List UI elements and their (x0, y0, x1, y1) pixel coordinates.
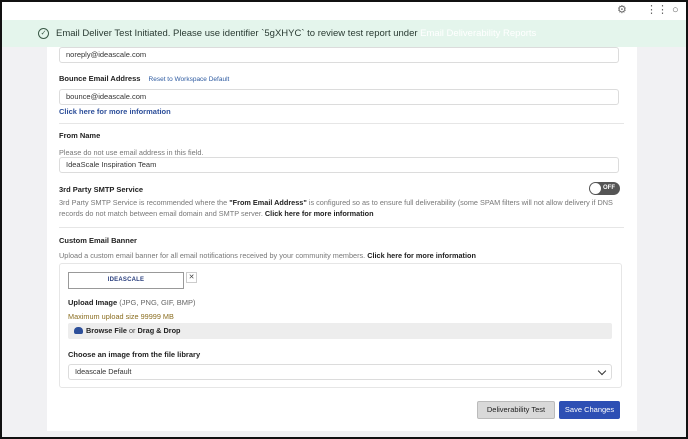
bounce-email-label: Bounce Email Address Reset to Workspace … (59, 74, 229, 83)
banner-preview-text: IDEASCALE (107, 277, 145, 283)
custom-banner-label: Custom Email Banner (59, 236, 137, 245)
puzzle-icon[interactable]: ⚙ (617, 3, 627, 17)
email-settings-panel: noreply@ideascale.com Bounce Email Addre… (47, 47, 637, 437)
reset-workspace-default-link[interactable]: Reset to Workspace Default (149, 76, 230, 83)
bounce-email-label-text: Bounce Email Address (59, 74, 141, 83)
browse-or: or (129, 326, 136, 335)
library-selected-value: Ideascale Default (75, 367, 132, 376)
from-name-label: From Name (59, 131, 101, 140)
chevron-down-icon (597, 366, 607, 376)
banner-description: Upload a custom email banner for all ema… (59, 251, 476, 260)
app-window: ⚙ ⋮⋮ ○ ✓ Email Deliver Test Initiated. P… (0, 0, 688, 439)
banner-more-info-link[interactable]: Click here for more information (367, 251, 476, 260)
check-circle-icon: ✓ (38, 28, 49, 39)
bounce-more-info-link[interactable]: Click here for more information (59, 107, 171, 116)
divider (59, 123, 624, 124)
smtp-more-info-link[interactable]: Click here for more information (265, 209, 374, 218)
success-toast: ✓ Email Deliver Test Initiated. Please u… (2, 20, 686, 47)
banner-desc-text: Upload a custom email banner for all ema… (59, 251, 366, 260)
bottom-strip (2, 431, 686, 437)
smtp-toggle[interactable]: OFF (589, 182, 620, 195)
max-upload-size: Maximum upload size 99999 MB (68, 312, 174, 321)
drag-drop-text: Drag & Drop (137, 326, 181, 335)
smtp-desc-bold: "From Email Address" (229, 198, 307, 207)
from-name-help: Please do not use email address in this … (59, 148, 204, 157)
grid-icon[interactable]: ⋮⋮ (646, 3, 668, 17)
banner-preview-image: IDEASCALE (68, 272, 184, 289)
deliverability-test-button[interactable]: Deliverability Test (477, 401, 555, 419)
upload-image-label-text: Upload Image (68, 298, 118, 307)
toggle-knob (590, 183, 601, 194)
from-name-input[interactable]: IdeaScale Inspiration Team (59, 157, 619, 173)
cloud-upload-icon (74, 327, 83, 334)
close-icon[interactable]: ✕ (186, 272, 197, 283)
bounce-email-input[interactable]: bounce@ideascale.com (59, 89, 619, 105)
upload-image-label: Upload Image (JPG, PNG, GIF, BMP) (68, 298, 196, 307)
banner-upload-box: IDEASCALE ✕ Upload Image (JPG, PNG, GIF,… (59, 263, 622, 388)
library-select[interactable]: Ideascale Default (68, 364, 612, 380)
toast-report-link[interactable]: Email Deliverability Reports (420, 28, 536, 39)
divider (59, 227, 624, 228)
smtp-description: 3rd Party SMTP Service is recommended wh… (59, 197, 624, 219)
upload-formats: (JPG, PNG, GIF, BMP) (119, 298, 196, 307)
chat-icon[interactable]: ○ (672, 3, 679, 17)
top-toolbar: ⚙ ⋮⋮ ○ (2, 2, 686, 20)
toggle-state: OFF (603, 185, 615, 191)
smtp-desc-prefix: 3rd Party SMTP Service is recommended wh… (59, 198, 228, 207)
save-changes-button[interactable]: Save Changes (559, 401, 620, 419)
toast-message: Email Deliver Test Initiated. Please use… (56, 28, 418, 39)
smtp-label: 3rd Party SMTP Service (59, 185, 144, 194)
library-label: Choose an image from the file library (68, 350, 201, 359)
browse-file-dropzone[interactable]: Browse File or Drag & Drop (68, 323, 612, 339)
browse-file-link[interactable]: Browse File (86, 326, 127, 335)
from-email-input[interactable]: noreply@ideascale.com (59, 47, 619, 63)
